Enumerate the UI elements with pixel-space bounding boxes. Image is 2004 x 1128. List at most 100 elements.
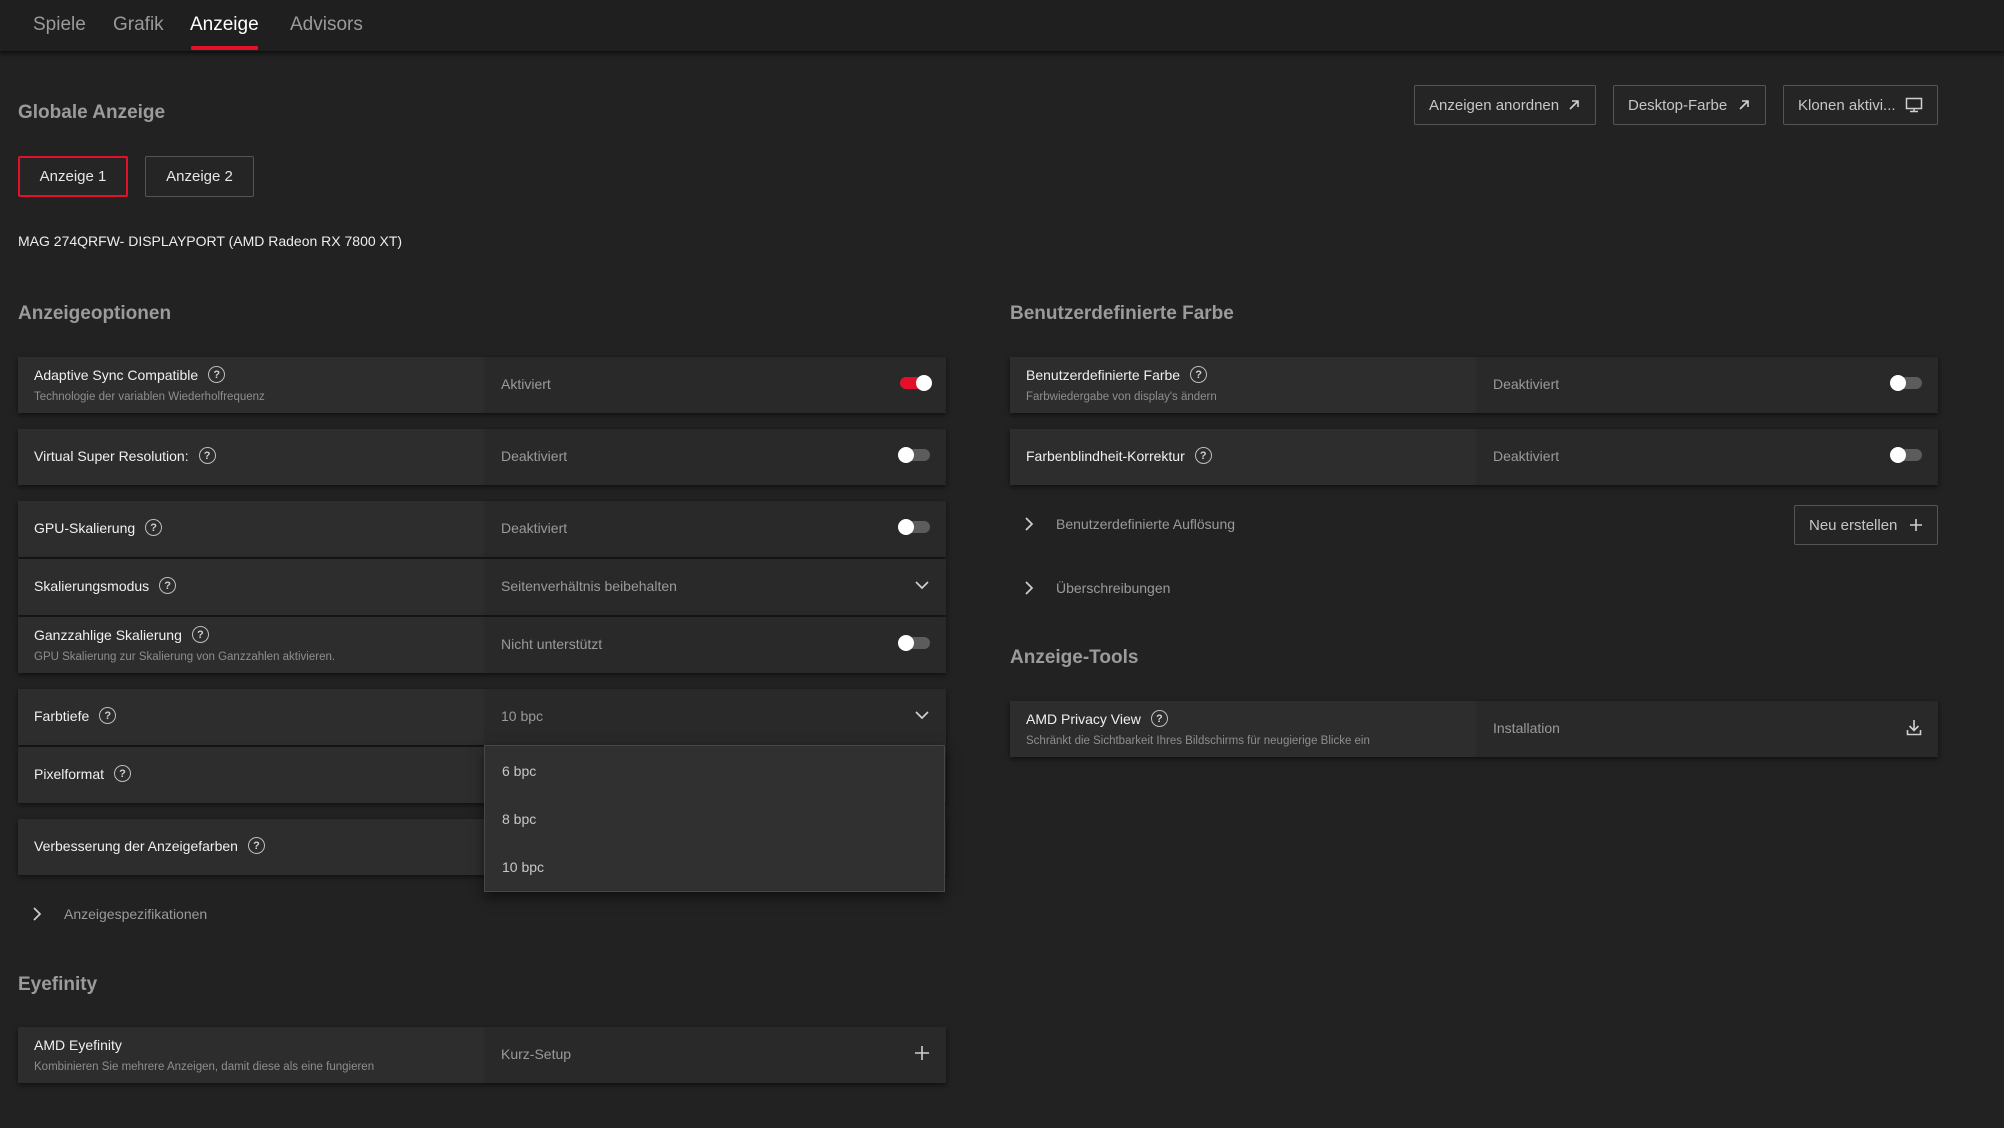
display-specs-label: Anzeigespezifikationen — [64, 906, 208, 922]
colorblind-label: Farbenblindheit-Korrektur — [1026, 447, 1185, 464]
integer-scaling-value: Nicht unterstützt — [501, 636, 603, 652]
help-icon[interactable]: ? — [145, 519, 163, 536]
color-depth-label: Farbtiefe — [34, 707, 90, 724]
vsr-label: Virtual Super Resolution: — [34, 447, 189, 464]
display-2-button[interactable]: Anzeige 2 — [145, 156, 254, 197]
custom-color-toggle[interactable] — [1890, 375, 1922, 391]
privacy-view-install[interactable]: Installation — [1476, 701, 1938, 757]
chevron-right-icon — [1024, 516, 1040, 532]
help-icon[interactable]: ? — [1194, 447, 1212, 464]
colorblind-toggle[interactable] — [1890, 447, 1922, 463]
display-tools-title: Anzeige-Tools — [1010, 647, 1139, 668]
tab-spiele[interactable]: Spiele — [33, 14, 86, 36]
plus-icon — [1910, 519, 1922, 531]
download-icon — [1906, 720, 1922, 736]
plus-icon — [915, 1046, 929, 1060]
desktop-color-label: Desktop-Farbe — [1628, 96, 1728, 114]
help-icon[interactable]: ? — [198, 447, 216, 464]
scaling-mode-label: Skalierungsmodus — [34, 577, 150, 594]
gpu-scaling-label: GPU-Skalierung — [34, 519, 136, 536]
adaptive-sync-label: Adaptive Sync Compatible — [34, 366, 199, 383]
color-depth-option[interactable]: 8 bpc — [502, 811, 536, 827]
adaptive-sync-toggle[interactable] — [900, 375, 932, 391]
color-depth-select[interactable]: 10 bpc — [484, 689, 946, 745]
arrange-displays-label: Anzeigen anordnen — [1429, 96, 1560, 114]
chevron-down-icon — [915, 711, 929, 720]
arrange-displays-button[interactable]: Anzeigen anordnen — [1414, 85, 1596, 125]
integer-scaling-row: Ganzzahlige Skalierung? GPU Skalierung z… — [18, 617, 946, 673]
gpu-scaling-value: Deaktiviert — [501, 520, 568, 536]
display-specs-expander[interactable]: Anzeigespezifikationen — [32, 906, 207, 922]
integer-scaling-toggle[interactable] — [898, 635, 930, 651]
vsr-row: Virtual Super Resolution:? Deaktiviert — [18, 429, 946, 485]
monitor-icon — [1905, 97, 1923, 113]
scaling-mode-select[interactable]: Seitenverhältnis beibehalten — [484, 559, 946, 615]
gpu-scaling-toggle[interactable] — [898, 519, 930, 535]
vsr-toggle[interactable] — [898, 447, 930, 463]
scaling-mode-value: Seitenverhältnis beibehalten — [501, 578, 677, 594]
help-icon[interactable]: ? — [208, 366, 226, 383]
chevron-down-icon — [915, 581, 929, 590]
clone-displays-label: Klonen aktivi... — [1798, 96, 1896, 114]
privacy-view-label: AMD Privacy View — [1026, 710, 1141, 727]
tab-grafik[interactable]: Grafik — [113, 14, 164, 36]
privacy-view-row: AMD Privacy View? Schränkt die Sichtbark… — [1010, 701, 1938, 757]
eyefinity-label: AMD Eyefinity — [34, 1037, 122, 1053]
help-icon[interactable]: ? — [1150, 710, 1168, 727]
privacy-view-description: Schränkt die Sichtbarkeit Ihres Bildschi… — [1026, 735, 1370, 747]
eyefinity-row: AMD Eyefinity Kombinieren Sie mehrere An… — [18, 1027, 946, 1083]
help-icon[interactable]: ? — [99, 707, 117, 724]
eyefinity-description: Kombinieren Sie mehrere Anzeigen, damit … — [34, 1061, 375, 1073]
colorblind-value: Deaktiviert — [1493, 448, 1560, 464]
chevron-right-icon — [32, 906, 48, 922]
create-new-button[interactable]: Neu erstellen — [1794, 505, 1938, 545]
eyefinity-title: Eyefinity — [18, 974, 98, 995]
eyefinity-quick-setup[interactable]: Kurz-Setup — [484, 1027, 946, 1083]
chevron-right-icon — [1024, 580, 1040, 596]
top-navigation: Spiele Grafik Anzeige Advisors — [0, 0, 2004, 52]
pixel-format-label: Pixelformat — [34, 765, 105, 782]
color-depth-dropdown: 6 bpc 8 bpc 10 bpc — [484, 745, 945, 892]
privacy-view-value: Installation — [1493, 720, 1560, 736]
color-depth-option[interactable]: 10 bpc — [502, 859, 544, 875]
monitor-name: MAG 274QRFW- DISPLAYPORT (AMD Radeon RX … — [18, 233, 403, 249]
display-options-title: Anzeigeoptionen — [18, 303, 172, 324]
integer-scaling-label: Ganzzahlige Skalierung — [34, 626, 182, 643]
custom-color-title: Benutzerdefinierte Farbe — [1010, 303, 1234, 324]
scaling-mode-row[interactable]: Skalierungsmodus? Seitenverhältnis beibe… — [18, 559, 946, 615]
custom-resolution-expander[interactable]: Benutzerdefinierte Auflösung — [1024, 516, 1235, 532]
vsr-value: Deaktiviert — [501, 448, 568, 464]
clone-displays-button[interactable]: Klonen aktivi... — [1783, 85, 1938, 125]
custom-color-description: Farbwiedergabe von display's ändern — [1026, 391, 1217, 403]
external-arrow-icon — [1569, 100, 1579, 110]
color-depth-value: 10 bpc — [501, 708, 544, 724]
global-display-title: Globale Anzeige — [18, 102, 166, 123]
color-depth-row: Farbtiefe? 10 bpc — [18, 689, 946, 745]
color-depth-option[interactable]: 6 bpc — [502, 763, 536, 779]
custom-color-value: Deaktiviert — [1493, 376, 1560, 392]
desktop-color-button[interactable]: Desktop-Farbe — [1613, 85, 1766, 125]
active-tab-indicator — [191, 46, 258, 50]
custom-resolution-label: Benutzerdefinierte Auflösung — [1056, 516, 1236, 532]
custom-color-row: Benutzerdefinierte Farbe? Farbwiedergabe… — [1010, 357, 1938, 413]
help-icon[interactable]: ? — [114, 765, 132, 782]
gpu-scaling-row: GPU-Skalierung? Deaktiviert — [18, 501, 946, 557]
display-1-button[interactable]: Anzeige 1 — [18, 156, 128, 197]
tab-anzeige[interactable]: Anzeige — [190, 14, 259, 36]
help-icon[interactable]: ? — [191, 626, 209, 643]
overrides-expander[interactable]: Überschreibungen — [1024, 580, 1170, 596]
custom-color-label: Benutzerdefinierte Farbe — [1026, 366, 1181, 383]
color-enhancement-label: Verbesserung der Anzeigefarben — [34, 837, 238, 854]
tab-advisors[interactable]: Advisors — [290, 14, 363, 36]
integer-scaling-description: GPU Skalierung zur Skalierung von Ganzza… — [34, 651, 336, 663]
help-icon[interactable]: ? — [247, 837, 265, 854]
external-arrow-icon — [1739, 100, 1749, 110]
adaptive-sync-row: Adaptive Sync Compatible? Technologie de… — [18, 357, 946, 413]
overrides-label: Überschreibungen — [1056, 580, 1171, 596]
help-icon[interactable]: ? — [159, 577, 177, 594]
adaptive-sync-value: Aktiviert — [501, 376, 551, 392]
eyefinity-value: Kurz-Setup — [501, 1046, 572, 1062]
help-icon[interactable]: ? — [1190, 366, 1208, 383]
colorblind-row: Farbenblindheit-Korrektur? Deaktiviert — [1010, 429, 1938, 485]
adaptive-sync-description: Technologie der variablen Wiederholfrequ… — [34, 391, 265, 403]
